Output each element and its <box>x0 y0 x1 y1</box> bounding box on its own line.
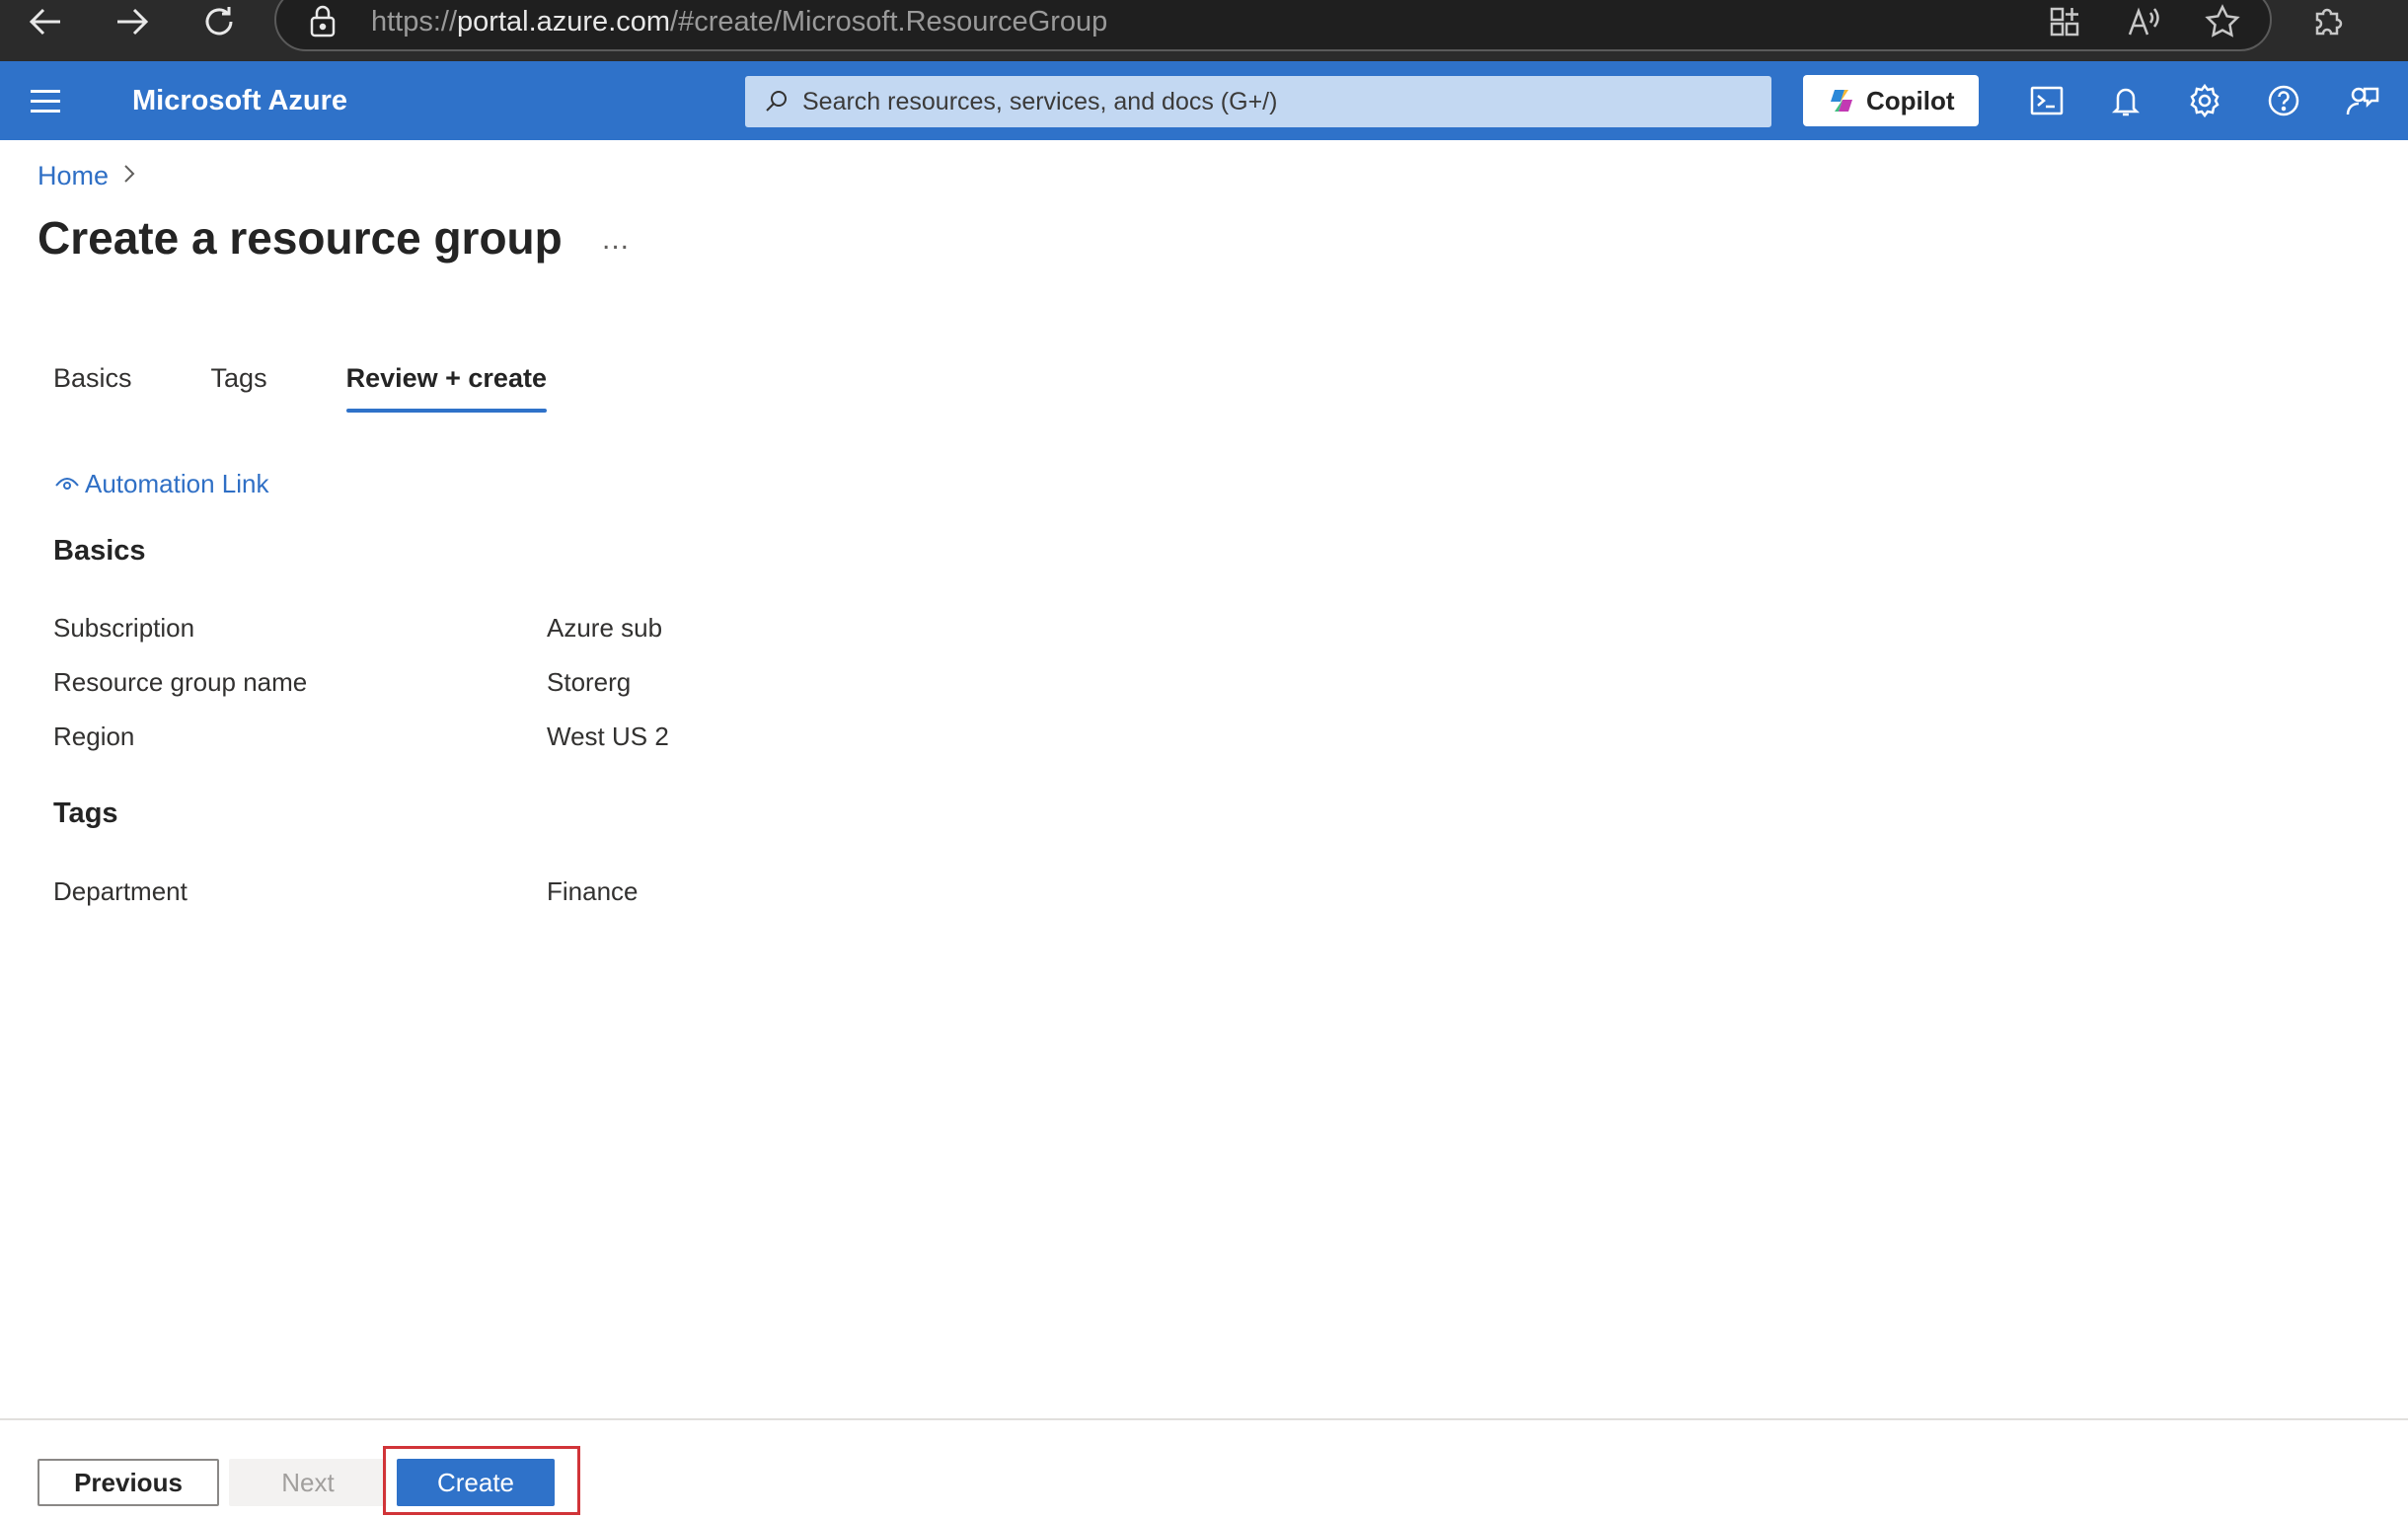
copilot-icon <box>1831 90 1852 112</box>
region-value: West US 2 <box>547 721 669 751</box>
feedback-icon <box>2346 87 2379 115</box>
basics-heading: Basics <box>53 535 146 567</box>
arrow-right-icon <box>117 8 149 36</box>
global-search[interactable] <box>745 76 1771 127</box>
subscription-label: Subscription <box>53 613 195 643</box>
tags-heading: Tags <box>53 797 118 829</box>
read-aloud-button[interactable] <box>2122 2 2165 41</box>
help-button[interactable] <box>2262 79 2305 122</box>
copilot-button[interactable]: Copilot <box>1803 75 1979 126</box>
search-icon <box>766 91 787 112</box>
azure-top-bar: Microsoft Azure Copilot <box>0 61 2408 140</box>
portal-menu-button[interactable] <box>26 81 65 120</box>
next-button[interactable]: Next <box>229 1459 387 1506</box>
more-actions-button[interactable]: ... <box>602 223 630 257</box>
read-aloud-icon <box>2128 7 2159 36</box>
settings-button[interactable] <box>2183 79 2226 122</box>
tab-basics[interactable]: Basics <box>38 357 148 417</box>
search-input[interactable] <box>802 76 1750 127</box>
feedback-button[interactable] <box>2341 79 2384 122</box>
notifications-button[interactable] <box>2104 79 2147 122</box>
resource-group-name-value: Storerg <box>547 667 632 697</box>
department-value: Finance <box>547 876 639 906</box>
cloud-shell-button[interactable] <box>2025 79 2069 122</box>
breadcrumb-home-link[interactable]: Home <box>38 161 109 191</box>
reload-icon <box>205 7 233 36</box>
star-icon <box>2205 4 2240 38</box>
help-icon <box>2268 85 2299 116</box>
tab-tags[interactable]: Tags <box>195 357 283 417</box>
forward-button[interactable] <box>103 0 162 43</box>
tab-review-create[interactable]: Review + create <box>331 357 563 417</box>
arrow-left-icon <box>29 8 60 36</box>
browser-toolbar: https://portal.azure.com/#create/Microso… <box>0 0 2408 61</box>
extensions-button[interactable] <box>2305 2 2349 41</box>
brand-title[interactable]: Microsoft Azure <box>132 61 347 140</box>
previous-button[interactable]: Previous <box>38 1459 219 1506</box>
lock-icon <box>310 5 336 38</box>
puzzle-icon <box>2315 8 2343 36</box>
department-label: Department <box>53 876 188 906</box>
region-label: Region <box>53 721 135 751</box>
create-button-highlight <box>383 1446 580 1515</box>
subscription-value: Azure sub <box>547 613 663 643</box>
gear-icon <box>2190 83 2220 118</box>
chevron-right-icon <box>122 163 136 190</box>
automation-link-label: Automation Link <box>85 468 269 498</box>
bell-icon <box>2111 88 2141 116</box>
favorite-button[interactable] <box>2201 2 2244 41</box>
reload-button[interactable] <box>189 0 249 43</box>
page-title: Create a resource group <box>38 212 563 264</box>
wizard-tabs: Basics Tags Review + create <box>38 357 610 417</box>
eye-icon <box>55 478 79 490</box>
apps-add-icon <box>2050 7 2079 37</box>
terminal-icon <box>2030 86 2064 115</box>
breadcrumb: Home <box>38 158 136 193</box>
automation-link[interactable]: Automation Link <box>53 466 268 501</box>
resource-group-name-label: Resource group name <box>53 667 308 697</box>
copilot-label: Copilot <box>1866 85 1955 115</box>
split-screen-button[interactable] <box>2043 2 2086 41</box>
back-button[interactable] <box>16 0 75 43</box>
footer-divider <box>0 1418 2408 1420</box>
url-text[interactable]: https://portal.azure.com/#create/Microso… <box>371 2 1107 41</box>
